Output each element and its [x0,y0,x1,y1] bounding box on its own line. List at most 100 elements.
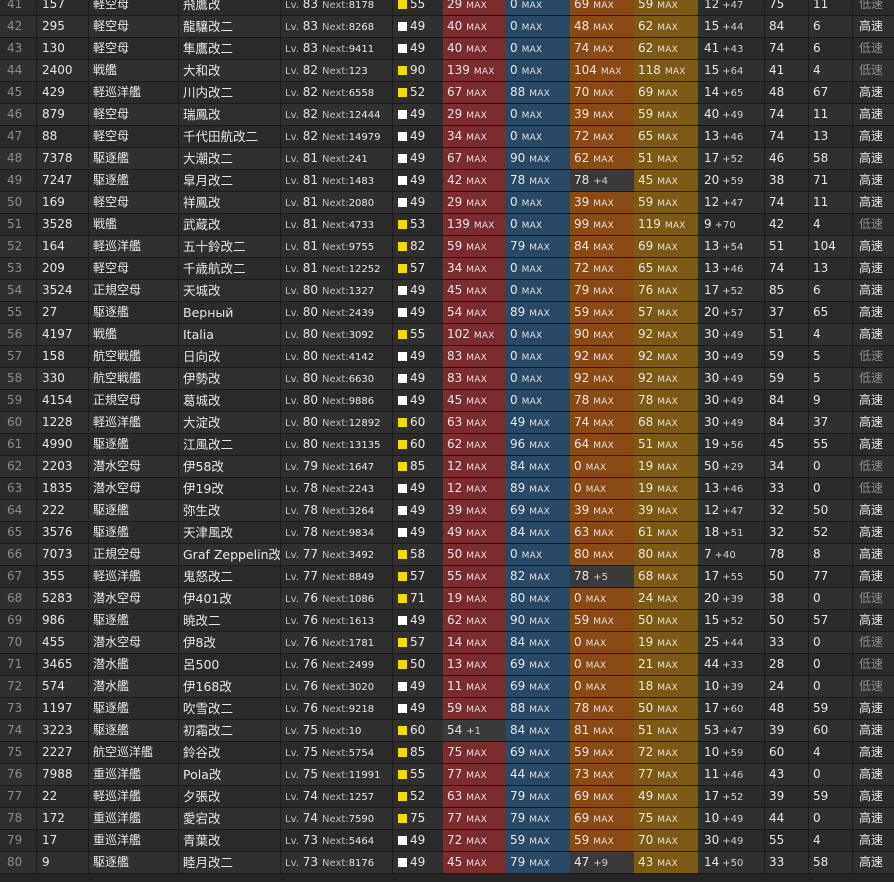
luck-remaining: +40 [714,550,736,561]
condition-indicator-icon [398,88,407,97]
firepower-cell: 83 MAX [443,368,506,389]
table-row[interactable]: 51 3528 戦艦 武蔵改 Lv. 81 Next:4733 53 139 MAX 0 MAX 99… [0,214,894,236]
table-row[interactable]: 57 158 航空戦艦 日向改 Lv. 80 Next:4142 49 83 MAX 0 MAX 92… [0,346,894,368]
table-row[interactable]: 62 2203 潜水空母 伊58改 Lv. 79 Next:1647 85 12 MAX 84 MA… [0,456,894,478]
table-row[interactable]: 48 7378 駆逐艦 大潮改二 Lv. 81 Next:241 49 67 MAX 90 MAX 6… [0,148,894,170]
anti-air-value: 81 [574,723,590,737]
table-row[interactable]: 69 986 駆逐艦 暁改二 Lv. 76 Next:1613 49 62 MAX 90 MAX 59… [0,610,894,632]
max-badge: MAX [585,661,607,671]
table-row[interactable]: 66 7073 正規空母 Graf Zeppelin改 Lv. 77 Next:3492 5… [0,544,894,566]
max-badge: MAX [593,441,614,451]
torpedo-value: 84 [510,459,526,473]
table-row[interactable]: 72 574 潜水艦 伊168改 Lv. 76 Next:3020 49 11 MAX 69 MAX… [0,676,894,698]
luck-cell: 30 +49 [698,368,764,389]
anti-air-cell: 70 MAX [570,82,634,103]
table-row[interactable]: 65 3576 駆逐艦 天津風改 Lv. 78 Next:9834 49 49 MAX 84 MAX… [0,522,894,544]
row-index: 67 [7,569,23,583]
table-row[interactable]: 61 4990 駆逐艦 江風改二 Lv. 80 Next:13135 60 62 MAX 96 MA… [0,434,894,456]
max-badge: MAX [657,397,678,407]
condition-value: 55 [410,0,426,11]
luck-cell: 14 +65 [698,82,764,103]
luck-cell: 30 +49 [698,412,764,433]
table-row[interactable]: 75 2227 航空巡洋艦 鈴谷改 Lv. 75 Next:5754 85 75 MAX 69 MA… [0,742,894,764]
condition-cell: 49 [392,830,443,851]
level-value: 83 [302,41,319,55]
table-row[interactable]: 59 4154 正規空母 葛城改 Lv. 80 Next:9886 49 45 MAX 0 MAX 7… [0,390,894,412]
anti-air-value: 0 [574,679,582,693]
row-index: 47 [7,129,23,143]
ship-name: 千代田航改二 [178,126,280,147]
ship-type: 航空戦艦 [88,346,178,367]
table-row[interactable]: 50 169 軽空母 祥鳳改 Lv. 81 Next:2080 49 29 MAX 0 MAX 39 M… [0,192,894,214]
table-row[interactable]: 68 5283 潜水空母 伊401改 Lv. 76 Next:1086 71 19 MAX 80 M… [0,588,894,610]
table-row[interactable]: 63 1835 潜水空母 伊19改 Lv. 78 Next:2243 49 12 MAX 89 MA… [0,478,894,500]
firepower-cell: 11 MAX [443,676,506,697]
max-badge: MAX [593,287,614,297]
table-row[interactable]: 79 17 重巡洋艦 青葉改 Lv. 73 Next:5464 49 72 MAX 59 MAX 59… [0,830,894,852]
next-exp-label: Next: [322,484,349,495]
luck-cell: 18 +51 [698,522,764,543]
table-row[interactable]: 70 455 潜水空母 伊8改 Lv. 76 Next:1781 57 14 MAX 84 MAX 0… [0,632,894,654]
table-row[interactable]: 67 355 軽巡洋艦 鬼怒改二 Lv. 77 Next:8849 57 55 MAX 82 MAX… [0,566,894,588]
armor-cell: 19 MAX [634,632,698,653]
table-row[interactable]: 71 3465 潜水艦 呂500 Lv. 76 Next:2499 50 13 MAX 69 MAX… [0,654,894,676]
max-badge: MAX [593,353,614,363]
table-row[interactable]: 56 4197 戦艦 Italia Lv. 80 Next:3092 55 102 MAX 0 MA… [0,324,894,346]
ship-type: 駆逐艦 [88,852,178,873]
table-row[interactable]: 47 88 軽空母 千代田航改二 Lv. 82 Next:14979 49 34 MAX 0 MAX… [0,126,894,148]
luck-remaining: +39 [722,682,744,693]
table-row[interactable]: 52 164 軽巡洋艦 五十鈴改二 Lv. 81 Next:9755 82 59 MAX 79 MA… [0,236,894,258]
table-row[interactable]: 60 1228 軽巡洋艦 大淀改 Lv. 80 Next:12892 60 63 MAX 49 MA… [0,412,894,434]
luck-cell: 13 +54 [698,236,764,257]
armor-value: 76 [638,283,654,297]
max-badge: MAX [473,221,495,231]
table-row[interactable]: 55 27 駆逐艦 Верный Lv. 80 Next:2439 49 54 MAX 89 MAX… [0,302,894,324]
table-row[interactable]: 44 2400 戦艦 大和改 Lv. 82 Next:123 90 139 MAX 0 MAX 104… [0,60,894,82]
max-badge: MAX [593,551,614,561]
anti-air-cell: 78 MAX [570,390,634,411]
table-row[interactable]: 45 429 軽巡洋艦 川内改二 Lv. 82 Next:6558 52 67 MAX 88 MAX… [0,82,894,104]
table-row[interactable]: 49 7247 駆逐艦 皐月改二 Lv. 81 Next:1483 49 42 MAX 78 MAX… [0,170,894,192]
table-row[interactable]: 41 157 軽空母 飛鷹改 Lv. 83 Next:8178 55 29 MAX 0 MAX 69 M… [0,0,894,16]
max-badge: MAX [466,419,487,429]
table-row[interactable]: 77 22 軽巡洋艦 夕張改 Lv. 74 Next:1257 52 63 MAX 79 MAX 69… [0,786,894,808]
table-row[interactable]: 76 7988 重巡洋艦 Pola改 Lv. 75 Next:11991 55 77 MAX 44… [0,764,894,786]
level-cell: Lv. 76 Next:1086 [280,588,392,609]
condition-cell: 90 [392,60,443,81]
condition-indicator-icon [398,858,407,867]
torpedo-cell: 79 MAX [506,852,570,873]
table-row[interactable]: 80 9 駆逐艦 睦月改二 Lv. 73 Next:8176 49 45 MAX 79 MAX 47 +… [0,852,894,874]
firepower-cell: 59 MAX [443,236,506,257]
max-badge: MAX [657,529,678,539]
table-row[interactable]: 58 330 航空戦艦 伊勢改 Lv. 80 Next:6630 49 83 MAX 0 MAX 92… [0,368,894,390]
luck-value: 12 [704,503,720,517]
table-row[interactable]: 74 3223 駆逐艦 初霜改二 Lv. 75 Next:10 60 54 +1 84 MAX 81 M… [0,720,894,742]
table-row[interactable]: 54 3524 正規空母 天城改 Lv. 80 Next:1327 49 45 MAX 0 MAX 7… [0,280,894,302]
table-row[interactable]: 53 209 軽空母 千歳航改二 Lv. 81 Next:12252 57 34 MAX 0 MAX… [0,258,894,280]
table-row[interactable]: 78 172 重巡洋艦 愛宕改 Lv. 74 Next:7590 75 77 MAX 79 MAX 6… [0,808,894,830]
firepower-value: 54 [447,305,463,319]
ship-type: 正規空母 [88,390,178,411]
speed-value: 低速 [852,478,894,499]
table-row[interactable]: 46 879 軽空母 瑞鳳改 Lv. 82 Next:12444 49 29 MAX 0 MAX 39… [0,104,894,126]
row-index: 64 [7,503,23,517]
asw-value: 6 [808,16,852,37]
torpedo-cell: 78 MAX [506,170,570,191]
ship-name: 伊401改 [178,588,280,609]
level-cell: Lv. 82 Next:6558 [280,82,392,103]
condition-value: 49 [410,151,426,165]
table-row[interactable]: 43 130 軽空母 隼鷹改二 Lv. 83 Next:9411 49 40 MAX 0 MAX 74… [0,38,894,60]
level-label: Lv. [285,440,299,451]
evasion-value: 33 [764,632,808,653]
armor-value: 80 [638,547,654,561]
table-row[interactable]: 64 222 駆逐艦 弥生改 Lv. 78 Next:3264 49 39 MAX 69 MAX 39… [0,500,894,522]
row-index: 44 [7,63,23,77]
level-label: Lv. [285,242,299,253]
max-badge: MAX [657,551,678,561]
level-cell: Lv. 80 Next:12892 [280,412,392,433]
table-row[interactable]: 73 1197 駆逐艦 吹雪改二 Lv. 76 Next:9218 49 59 MAX 88 MAX… [0,698,894,720]
ship-type: 駆逐艦 [88,522,178,543]
condition-value: 53 [410,217,426,231]
max-badge: MAX [657,331,678,341]
table-row[interactable]: 42 295 軽空母 龍驤改二 Lv. 83 Next:8268 49 40 MAX 0 MAX 48… [0,16,894,38]
